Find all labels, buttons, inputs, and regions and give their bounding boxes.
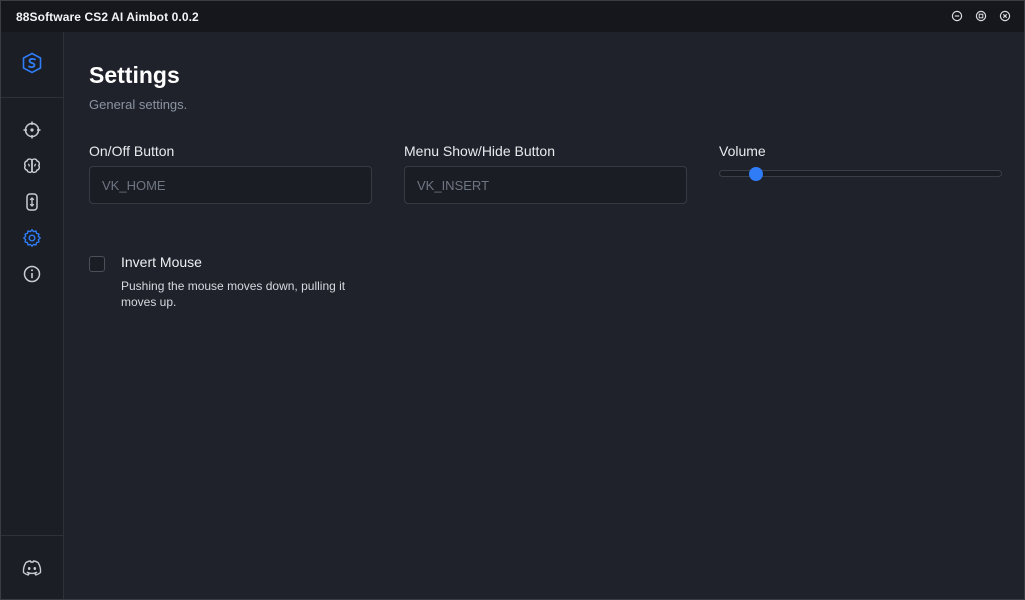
- crosshair-icon[interactable]: [22, 120, 42, 140]
- discord-icon[interactable]: [21, 558, 43, 578]
- page-title: Settings: [89, 62, 180, 88]
- brain-icon[interactable]: [22, 156, 42, 176]
- maximize-icon[interactable]: [975, 10, 987, 22]
- title-bar[interactable]: 88Software CS2 AI Aimbot 0.0.2: [1, 1, 1024, 32]
- info-icon[interactable]: [22, 264, 42, 284]
- onoff-label: On/Off Button: [89, 143, 175, 159]
- brand-logo-icon[interactable]: [21, 52, 43, 74]
- mouse-icon[interactable]: [22, 192, 42, 212]
- sidebar-divider: [1, 535, 63, 536]
- minimize-icon[interactable]: [951, 10, 963, 22]
- window-controls: [951, 10, 1011, 22]
- window-title: 88Software CS2 AI Aimbot 0.0.2: [16, 10, 199, 24]
- page-subtitle: General settings.: [89, 97, 188, 112]
- app-window: 88Software CS2 AI Aimbot 0.0.2 Settings …: [0, 0, 1025, 600]
- volume-slider-thumb[interactable]: [748, 167, 763, 181]
- invert-mouse-label: Invert Mouse: [121, 254, 202, 270]
- menu-toggle-key-input[interactable]: [404, 166, 687, 204]
- sidebar: [1, 32, 64, 599]
- invert-mouse-checkbox[interactable]: [89, 256, 105, 272]
- gear-icon[interactable]: [22, 228, 42, 248]
- menu-toggle-label: Menu Show/Hide Button: [404, 143, 555, 159]
- volume-slider[interactable]: [719, 167, 1002, 181]
- onoff-key-input[interactable]: [89, 166, 372, 204]
- volume-label: Volume: [719, 143, 766, 159]
- settings-panel: Settings General settings. On/Off Button…: [65, 32, 1024, 599]
- sidebar-divider: [1, 97, 63, 98]
- invert-mouse-description: Pushing the mouse moves down, pulling it…: [121, 279, 346, 309]
- close-icon[interactable]: [999, 10, 1011, 22]
